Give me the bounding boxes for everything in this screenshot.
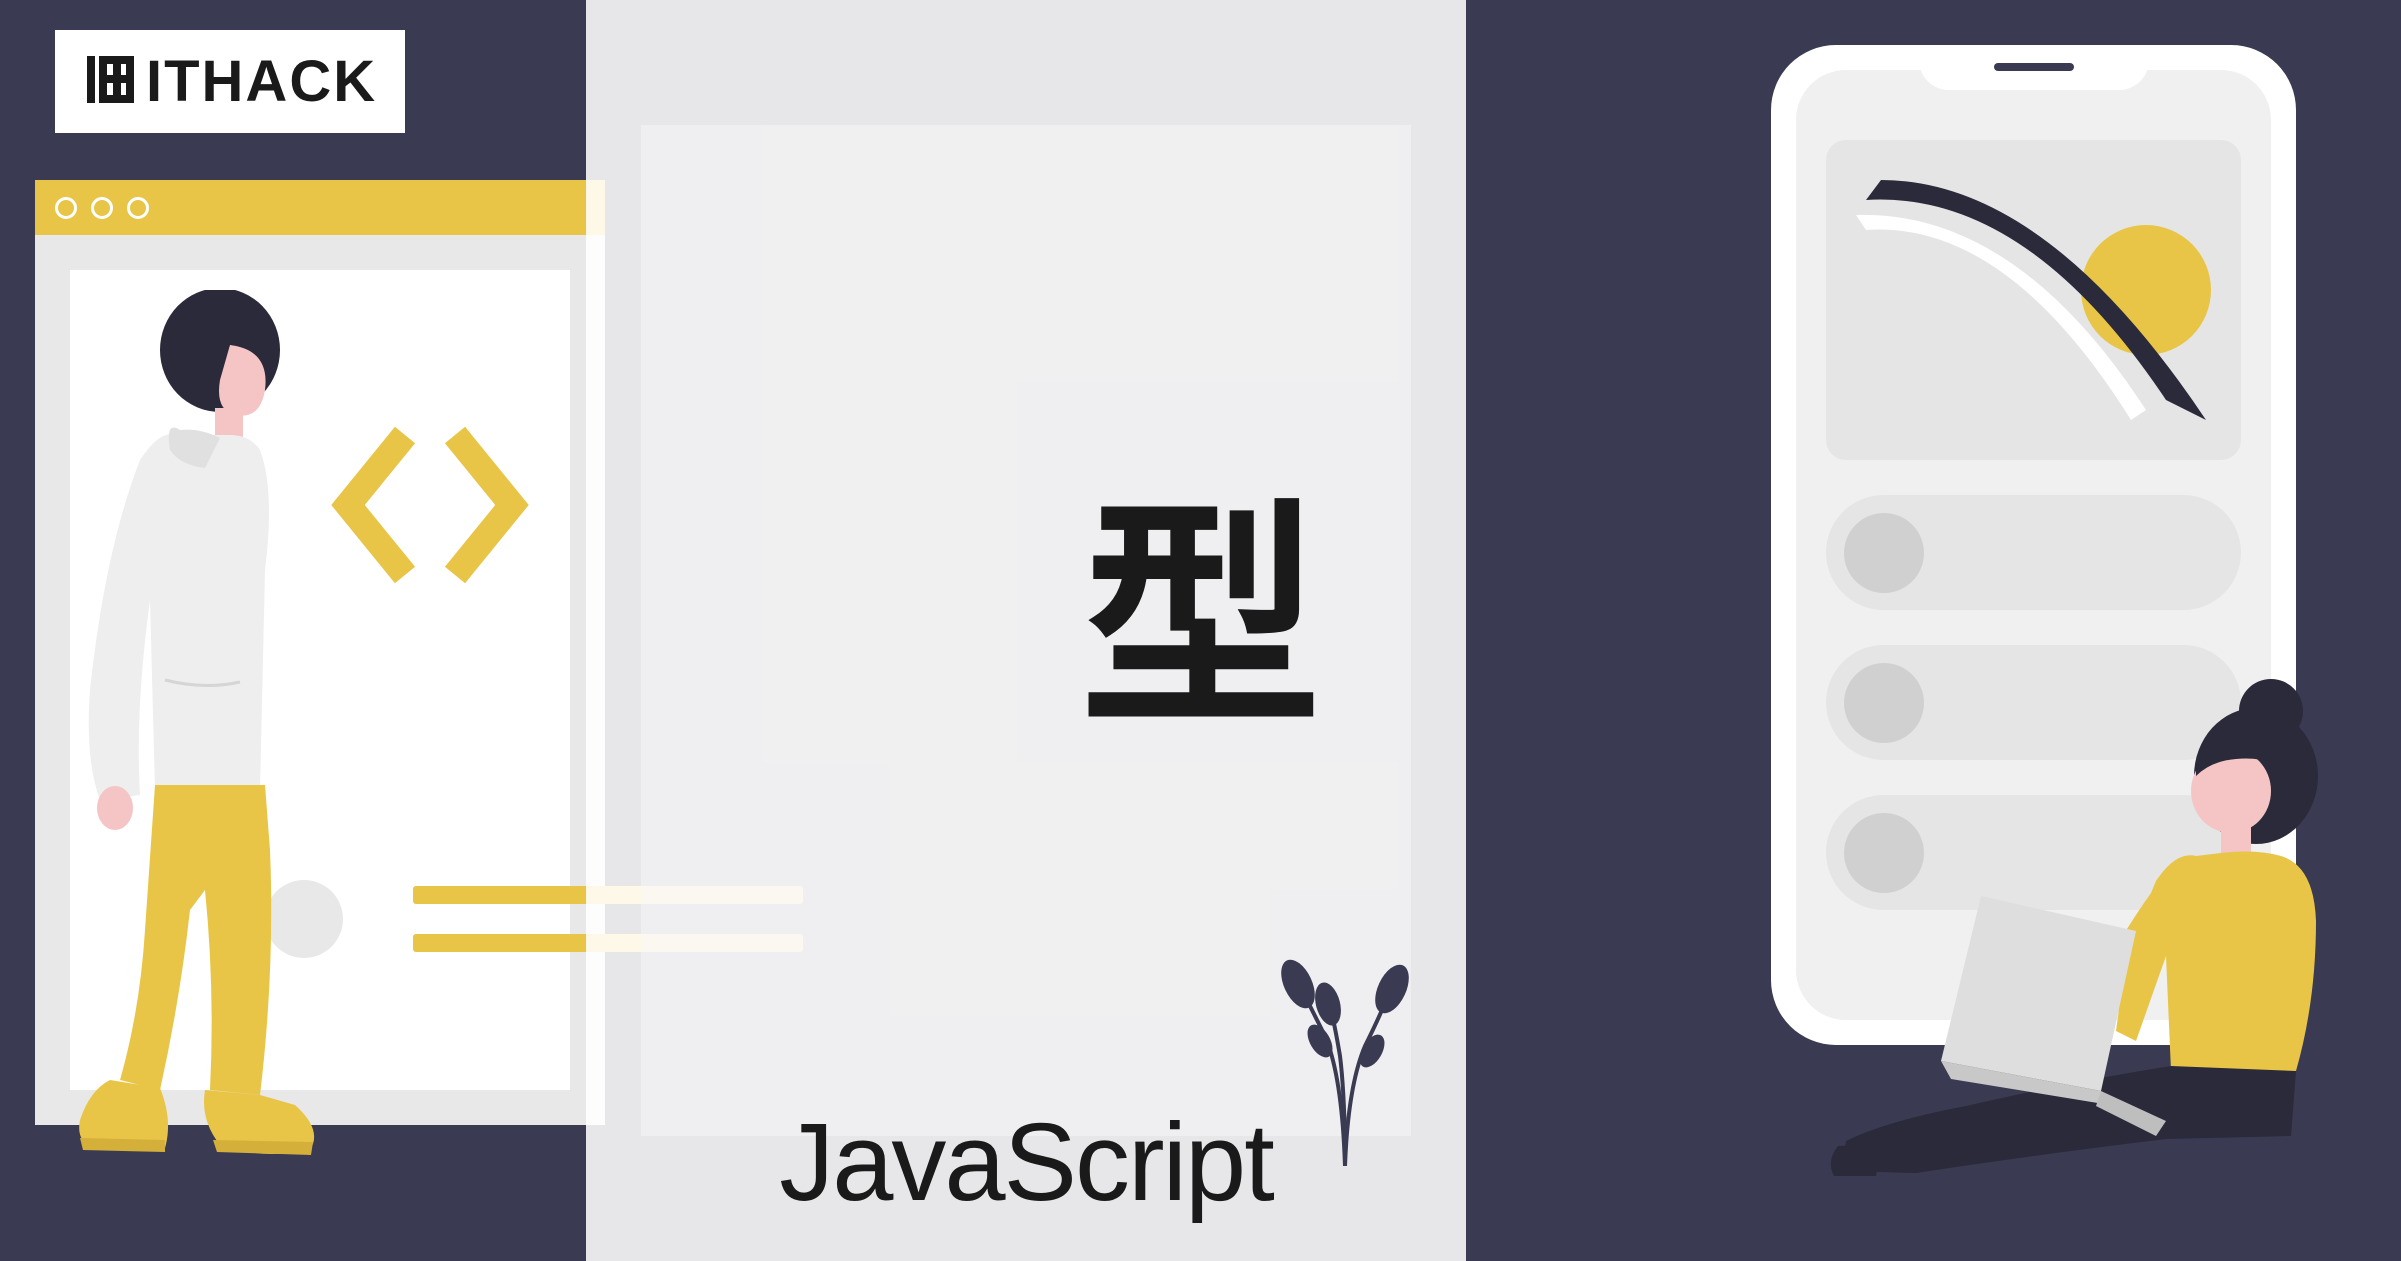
code-bracket-icon [330,420,530,595]
logo-text: ITHACK [146,48,377,115]
logo-container: ITHACK [55,30,405,133]
main-title: 型 [1081,425,1321,772]
phone-notch [1919,45,2149,90]
person-sitting-illustration [1826,661,2386,1191]
phone-hero-image [1826,140,2241,460]
list-item-avatar [1844,513,1924,593]
browser-titlebar [35,180,605,235]
plant-illustration [1280,936,1410,1166]
window-control-dot [127,197,149,219]
logo-icon [83,52,138,112]
phone-list-item [1826,495,2241,610]
person-standing-illustration [65,290,345,1170]
phone-speaker [1994,63,2074,71]
window-control-dot [91,197,113,219]
window-control-dot [55,197,77,219]
